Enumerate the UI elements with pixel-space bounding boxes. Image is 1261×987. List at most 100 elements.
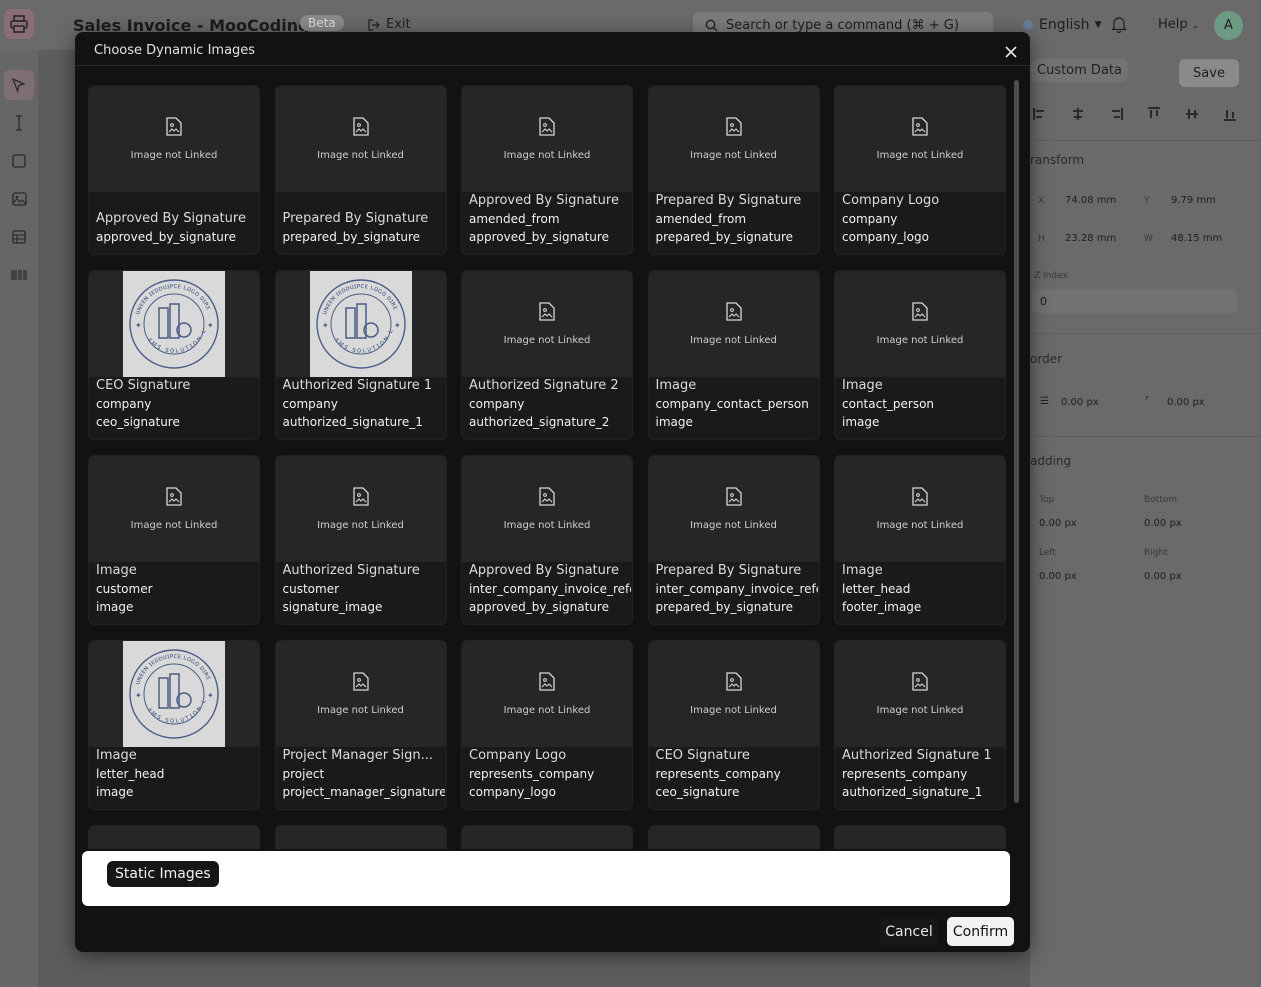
exit-button[interactable]: Exit bbox=[368, 17, 411, 32]
search-icon bbox=[705, 19, 718, 32]
align-top-icon[interactable] bbox=[1146, 106, 1162, 122]
image-thumbnail: Image not Linked bbox=[648, 641, 819, 747]
h-field[interactable]: 23.28 mm bbox=[1065, 233, 1116, 244]
confirm-button[interactable]: Confirm bbox=[947, 917, 1014, 946]
dialog-header: Choose Dynamic Images bbox=[75, 32, 1030, 66]
scrollbar[interactable] bbox=[1012, 80, 1022, 902]
padding-bottom-field[interactable]: 0.00 px bbox=[1144, 518, 1182, 529]
card-title: Company Logo bbox=[842, 193, 940, 208]
image-tool-icon[interactable] bbox=[4, 184, 34, 214]
image-card[interactable]: Image not Linked Authorized Signature 1 re… bbox=[834, 640, 1006, 810]
globe-icon bbox=[1023, 20, 1033, 30]
image-not-linked-label: Image not Linked bbox=[690, 520, 777, 531]
card-field-path: company bbox=[282, 397, 338, 411]
padding-right-field[interactable]: 0.00 px bbox=[1144, 571, 1182, 582]
align-left-icon[interactable] bbox=[1032, 106, 1048, 122]
image-card[interactable]: Image not Linked Approved By Signature app… bbox=[88, 85, 260, 255]
image-not-linked-label: Image not Linked bbox=[876, 150, 964, 161]
image-card[interactable]: Image not Linked Image letter_head footer_i… bbox=[834, 455, 1006, 625]
image-card[interactable]: Image not Linked Authorized Signature cust… bbox=[274, 455, 447, 625]
card-caption: Company Logo represents_company company_lo… bbox=[469, 747, 631, 801]
select-tool-icon[interactable] bbox=[4, 70, 34, 100]
image-card[interactable]: Image not Linked Image company_contact_per… bbox=[647, 270, 820, 440]
divider bbox=[1030, 436, 1261, 437]
image-card[interactable]: Image not Linked Approved By Signature int… bbox=[461, 455, 633, 625]
image-card[interactable]: Image not Linked Company Logo represents_c… bbox=[461, 640, 633, 810]
card-caption: Image customer image bbox=[96, 562, 258, 616]
x-field[interactable]: 74.08 mm bbox=[1065, 195, 1116, 206]
save-button[interactable]: Save bbox=[1179, 59, 1239, 87]
image-card[interactable]: ᴜɴᴇᴇɴ ɪᴇᴅᴅᴜɪᴘᴄᴇ ʟᴏɢᴏ ᴅɪʀᴇᴇᴍs sᴏʟᴜᴛɪᴏɴ ʟᴛ… bbox=[274, 270, 447, 440]
w-field[interactable]: 48.15 mm bbox=[1171, 233, 1222, 244]
card-field-path: prepared_by_signature bbox=[282, 230, 421, 244]
broken-image-icon bbox=[725, 672, 742, 695]
align-right-icon[interactable] bbox=[1108, 106, 1124, 122]
image-card[interactable]: Image not Linked Authorized Signature 2 co… bbox=[461, 270, 633, 440]
image-thumbnail: Image not Linked bbox=[89, 456, 259, 562]
static-images-button[interactable]: Static Images bbox=[107, 861, 219, 887]
z-index-field[interactable] bbox=[1032, 289, 1237, 313]
image-card[interactable]: Image not Linked bbox=[647, 825, 820, 849]
exit-icon bbox=[368, 18, 380, 31]
image-not-linked-label: Image not Linked bbox=[130, 520, 218, 531]
rectangle-tool-icon[interactable] bbox=[4, 146, 34, 176]
align-middle-icon[interactable] bbox=[1184, 106, 1200, 122]
table-tool-icon[interactable] bbox=[4, 222, 34, 252]
image-thumbnail: Image not Linked bbox=[648, 456, 819, 562]
image-card[interactable]: Image not Linked Image contact_person image bbox=[834, 270, 1006, 440]
image-not-linked-label: Image not Linked bbox=[317, 150, 404, 161]
image-not-linked-label: Image not Linked bbox=[317, 520, 404, 531]
border-radius-field[interactable]: 0.00 px bbox=[1167, 397, 1205, 408]
padding-left-field[interactable]: 0.00 px bbox=[1039, 571, 1077, 582]
image-card[interactable]: Image not Linked Project Manager Sign... p… bbox=[274, 640, 447, 810]
image-thumbnail: Image not Linked bbox=[275, 641, 446, 747]
text-tool-icon[interactable] bbox=[4, 108, 34, 138]
close-icon[interactable] bbox=[1004, 44, 1018, 58]
image-card[interactable]: Image not Linked bbox=[88, 825, 260, 849]
image-card[interactable]: Image not Linked bbox=[461, 825, 633, 849]
y-field[interactable]: 9.79 mm bbox=[1171, 195, 1216, 206]
alignment-toolbar bbox=[1032, 106, 1238, 122]
border-radius-icon: ⌜ bbox=[1145, 396, 1150, 407]
card-field-path: customer bbox=[96, 582, 153, 596]
border-width-field[interactable]: 0.00 px bbox=[1061, 397, 1099, 408]
help-menu[interactable]: Help ⌄ bbox=[1158, 17, 1199, 32]
notification-bell-icon[interactable] bbox=[1111, 16, 1127, 37]
divider bbox=[1030, 333, 1261, 334]
image-card[interactable]: Image not Linked Prepared By Signature ame… bbox=[647, 85, 820, 255]
image-thumbnail: Image not Linked bbox=[835, 456, 1005, 562]
padding-left-label: Left bbox=[1039, 548, 1056, 558]
image-card[interactable]: ᴜɴᴇᴇɴ ɪᴇᴅᴅᴜɪᴘᴄᴇ ʟᴏɢᴏ ᴅɪʀᴇᴇᴍs sᴏʟᴜᴛɪᴏɴ ʟᴛ… bbox=[88, 640, 260, 810]
image-card[interactable]: Image not Linked Company Logo company compa… bbox=[834, 85, 1006, 255]
align-center-icon[interactable] bbox=[1070, 106, 1086, 122]
custom-data-tab[interactable]: Custom Data bbox=[1031, 59, 1128, 82]
card-title: Authorized Signature 1 bbox=[842, 748, 992, 763]
align-bottom-icon[interactable] bbox=[1222, 106, 1238, 122]
svg-text:✦: ✦ bbox=[135, 321, 142, 330]
printer-icon[interactable] bbox=[4, 9, 34, 39]
image-card[interactable]: Image not Linked Prepared By Signature pre… bbox=[274, 85, 447, 255]
barcode-tool-icon[interactable] bbox=[4, 260, 34, 290]
image-card[interactable]: Image not Linked bbox=[274, 825, 447, 849]
scrollbar-thumb[interactable] bbox=[1014, 80, 1019, 803]
image-not-linked-label: Image not Linked bbox=[317, 705, 404, 716]
w-label: W bbox=[1144, 234, 1153, 244]
padding-top-field[interactable]: 0.00 px bbox=[1039, 518, 1077, 529]
chevron-down-icon: ⌄ bbox=[1191, 21, 1200, 31]
language-label: English bbox=[1039, 17, 1090, 33]
image-card[interactable]: Image not Linked CEO Signature represents_… bbox=[647, 640, 820, 810]
y-label: Y bbox=[1144, 196, 1150, 206]
broken-image-icon bbox=[912, 487, 928, 510]
image-card[interactable]: Image not Linked Prepared By Signature int… bbox=[647, 455, 820, 625]
cancel-button[interactable]: Cancel bbox=[880, 917, 938, 946]
image-card[interactable]: Image not Linked bbox=[834, 825, 1006, 849]
border-width-icon: ☰ bbox=[1040, 396, 1049, 407]
image-card[interactable]: Image not Linked Approved By Signature ame… bbox=[461, 85, 633, 255]
language-selector[interactable]: English ▼ bbox=[1022, 17, 1101, 33]
image-not-linked-label: Image not Linked bbox=[503, 335, 591, 346]
image-card[interactable]: Image not Linked Image customer image bbox=[88, 455, 260, 625]
image-thumbnail: Image not Linked bbox=[275, 86, 446, 192]
image-card[interactable]: ᴜɴᴇᴇɴ ɪᴇᴅᴅᴜɪᴘᴄᴇ ʟᴏɢᴏ ᴅɪʀᴇᴇᴍs sᴏʟᴜᴛɪᴏɴ ʟᴛ… bbox=[88, 270, 260, 440]
broken-image-icon bbox=[166, 487, 182, 510]
avatar[interactable]: A bbox=[1214, 11, 1243, 40]
